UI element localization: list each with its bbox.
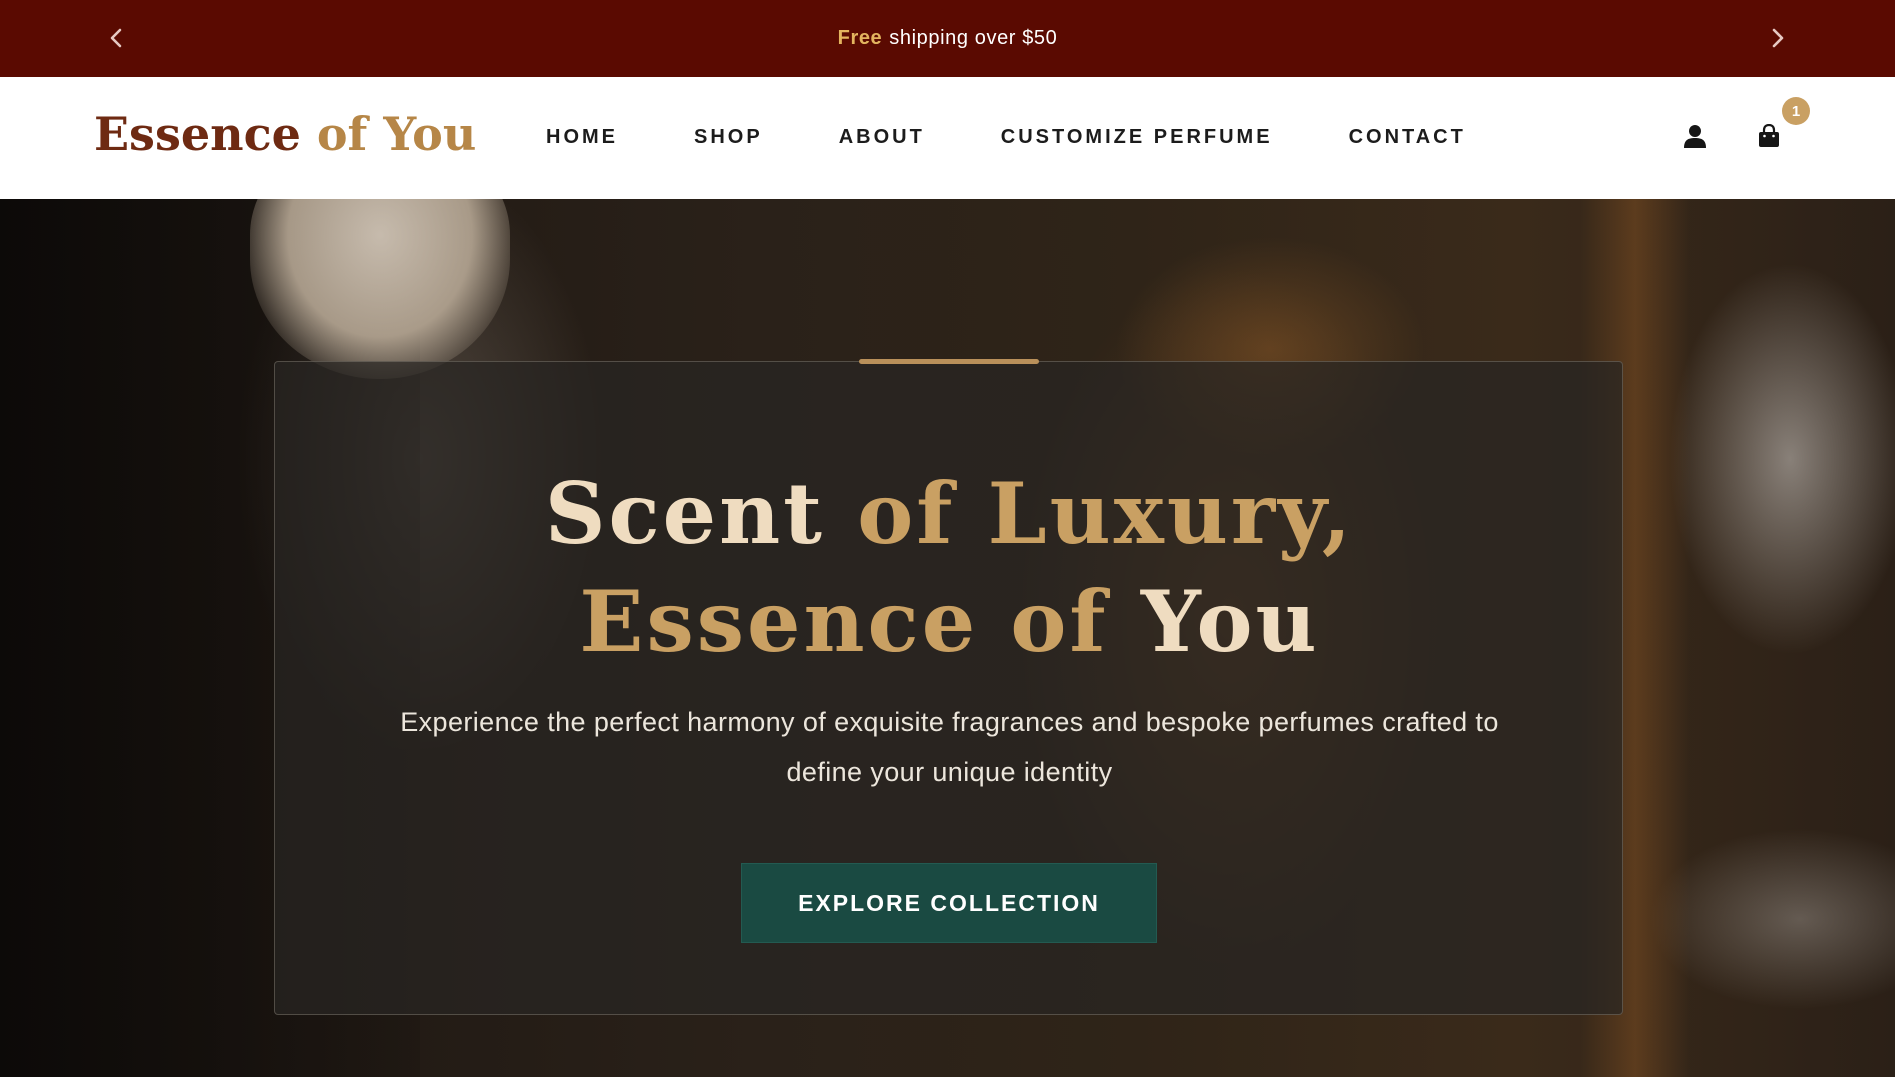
announcement-text: shipping over $50 bbox=[889, 27, 1058, 49]
announcement-prev-button[interactable] bbox=[99, 21, 133, 55]
nav-customize-perfume[interactable]: CUSTOMIZE PERFUME bbox=[1001, 126, 1273, 149]
card-accent-line bbox=[859, 359, 1039, 364]
chevron-left-icon bbox=[110, 28, 122, 48]
site-header: Essence of You HOME SHOP ABOUT CUSTOMIZE… bbox=[0, 77, 1895, 199]
site-logo[interactable]: Essence of You bbox=[94, 107, 476, 161]
hero-title-word: of bbox=[857, 464, 956, 563]
hero-card: Scent of Luxury, Essence of You Experien… bbox=[274, 359, 1624, 1015]
nav-home[interactable]: HOME bbox=[546, 126, 618, 149]
hero-title-line-2: Essence of You bbox=[275, 568, 1624, 676]
announcement-next-button[interactable] bbox=[1761, 21, 1795, 55]
chevron-right-icon bbox=[1772, 28, 1784, 48]
hero-title-word: of bbox=[1010, 572, 1109, 671]
main-nav: HOME SHOP ABOUT CUSTOMIZE PERFUME CONTAC… bbox=[546, 122, 1466, 152]
user-icon bbox=[1684, 125, 1706, 148]
account-button[interactable] bbox=[1678, 119, 1712, 153]
hero-title: Scent of Luxury, Essence of You bbox=[275, 460, 1624, 676]
logo-text-primary: Essence bbox=[94, 107, 301, 161]
explore-collection-button[interactable]: EXPLORE COLLECTION bbox=[741, 863, 1157, 943]
hero-title-word: Luxury, bbox=[987, 464, 1355, 563]
nav-shop[interactable]: SHOP bbox=[694, 126, 763, 149]
hero-subtitle: Experience the perfect harmony of exquis… bbox=[400, 707, 1499, 787]
announcement-highlight: Free bbox=[837, 27, 883, 49]
nav-about[interactable]: ABOUT bbox=[839, 126, 925, 149]
hero-title-word: You bbox=[1140, 572, 1320, 671]
nav-contact[interactable]: CONTACT bbox=[1349, 126, 1466, 149]
hero-title-word: Essence bbox=[579, 572, 979, 671]
hero-title-line-1: Scent of Luxury, bbox=[275, 460, 1624, 568]
hero-section: Scent of Luxury, Essence of You Experien… bbox=[0, 199, 1895, 1077]
logo-text-secondary: of You bbox=[316, 107, 477, 161]
hero-title-word: Scent bbox=[544, 464, 825, 563]
shopping-bag-icon bbox=[1759, 124, 1779, 147]
announcement-bar: Free shipping over $50 bbox=[0, 0, 1895, 77]
cart-count-badge: 1 bbox=[1782, 97, 1810, 125]
cart-button[interactable] bbox=[1752, 119, 1786, 153]
